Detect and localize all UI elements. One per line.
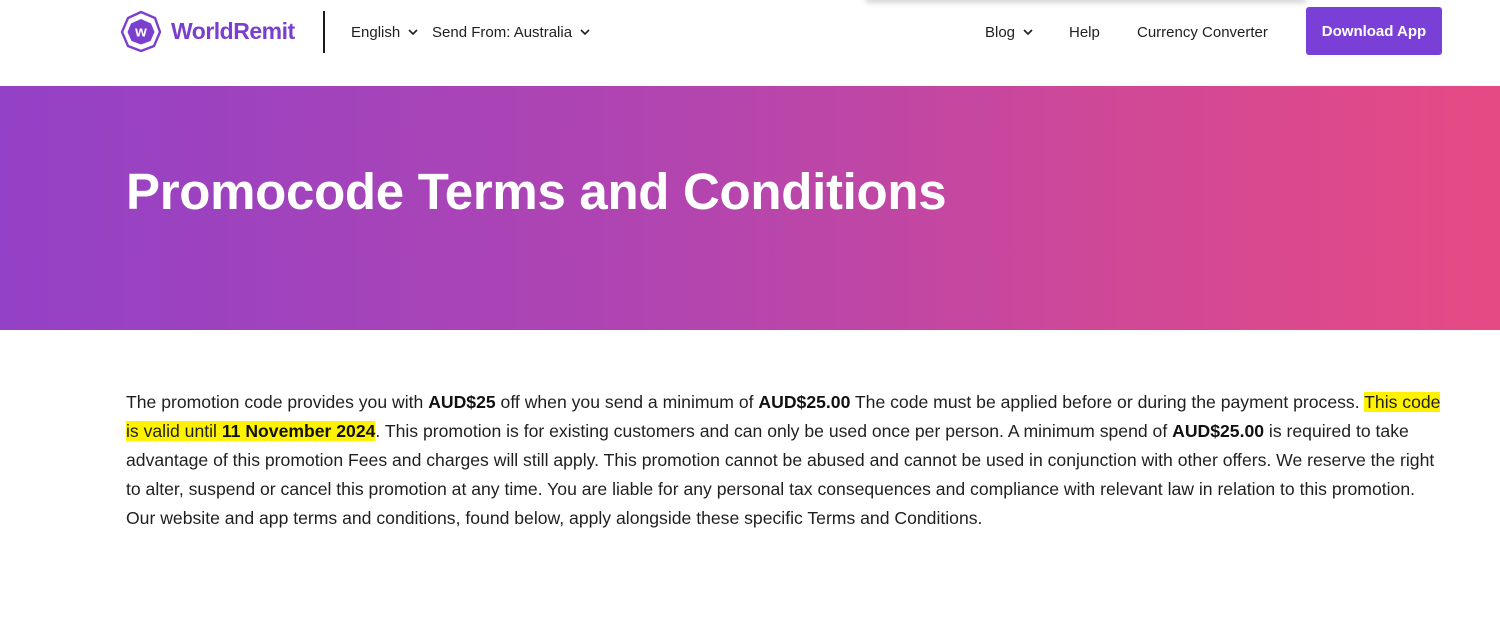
language-selector[interactable]: English <box>351 22 418 42</box>
svg-text:w: w <box>134 24 147 41</box>
discount-amount: AUD$25 <box>428 392 496 412</box>
terms-text: The code must be applied before or durin… <box>850 392 1365 412</box>
language-label: English <box>351 23 401 41</box>
minimum-amount: AUD$25.00 <box>758 392 851 412</box>
terms-text: The promotion code provides you with <box>126 392 429 412</box>
hero-banner: Promocode Terms and Conditions <box>0 86 1500 330</box>
nav-currency-converter[interactable]: Currency Converter <box>1137 22 1268 42</box>
download-app-button[interactable]: Download App <box>1306 7 1442 55</box>
worldremit-logo-icon: w <box>120 10 162 52</box>
chevron-down-icon <box>580 28 590 35</box>
brand-name: WorldRemit <box>171 17 295 44</box>
page-title: Promocode Terms and Conditions <box>126 163 947 220</box>
nav-blog[interactable]: Blog <box>985 22 1033 42</box>
valid-date: 11 November 2024 <box>221 421 376 441</box>
terms-paragraph: The promotion code provides you with AUD… <box>126 388 1446 533</box>
send-from-label: Send From: Australia <box>432 23 573 41</box>
site-header: w WorldRemit English Send From: Australi… <box>0 0 1500 86</box>
header-divider <box>323 11 325 53</box>
nav-blog-label: Blog <box>985 23 1016 41</box>
chevron-down-icon <box>1023 28 1033 35</box>
send-from-selector[interactable]: Send From: Australia <box>432 22 590 42</box>
nav-help[interactable]: Help <box>1069 22 1100 42</box>
terms-text: off when you send a minimum of <box>495 392 759 412</box>
terms-text: . This promotion is for existing custome… <box>375 421 1173 441</box>
chevron-down-icon <box>408 28 418 35</box>
brand-logo[interactable]: w WorldRemit <box>120 10 295 52</box>
minimum-spend-amount: AUD$25.00 <box>1172 421 1265 441</box>
